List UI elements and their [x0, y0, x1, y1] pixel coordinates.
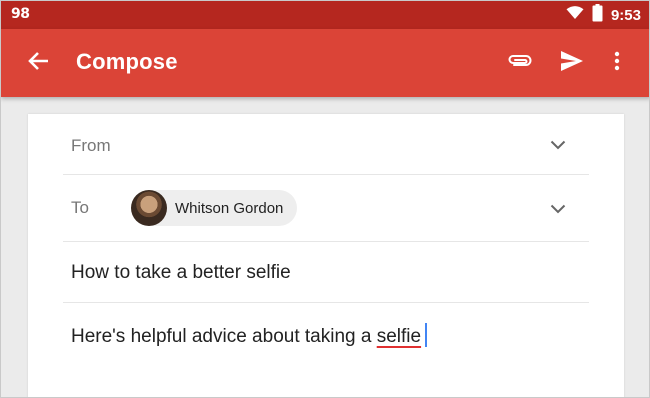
from-row[interactable]: From: [63, 114, 589, 175]
status-bar: 98 9:53: [1, 1, 649, 29]
chevron-down-icon[interactable]: [549, 202, 567, 216]
attach-button[interactable]: [503, 49, 537, 77]
status-icons: 9:53: [566, 3, 641, 27]
send-icon: [560, 50, 584, 77]
wifi-icon: [566, 5, 584, 25]
misspelled-word[interactable]: selfie: [377, 326, 421, 347]
body-text: Here's helpful advice about taking a: [71, 326, 377, 347]
battery-icon: [592, 3, 603, 27]
body-field[interactable]: Here's helpful advice about taking a sel…: [71, 323, 428, 348]
chevron-down-icon[interactable]: [549, 138, 567, 152]
avatar: [131, 190, 167, 226]
text-cursor: [425, 323, 428, 347]
recipient-name: Whitson Gordon: [175, 199, 284, 217]
from-label: From: [71, 136, 111, 155]
arrow-back-icon: [28, 51, 50, 76]
send-button[interactable]: [557, 49, 587, 77]
to-row[interactable]: Whitson Gordon: [63, 175, 589, 242]
screen: 98 9:53 Compose From Whitson Gordon To H…: [0, 0, 650, 398]
back-button[interactable]: [25, 49, 53, 77]
notification-indicator: 98: [11, 6, 30, 22]
subject-field[interactable]: How to take a better selfie: [71, 262, 291, 284]
more-options-button[interactable]: [603, 49, 631, 77]
to-label: To: [71, 198, 89, 217]
clock: 9:53: [610, 6, 641, 24]
more-vert-icon: [614, 51, 620, 76]
page-title: Compose: [76, 49, 178, 74]
recipient-chip[interactable]: Whitson Gordon: [131, 190, 298, 226]
paperclip-icon: [507, 53, 533, 74]
app-bar: Compose: [1, 29, 649, 97]
compose-card: From Whitson Gordon To How to take a bet…: [28, 114, 624, 397]
